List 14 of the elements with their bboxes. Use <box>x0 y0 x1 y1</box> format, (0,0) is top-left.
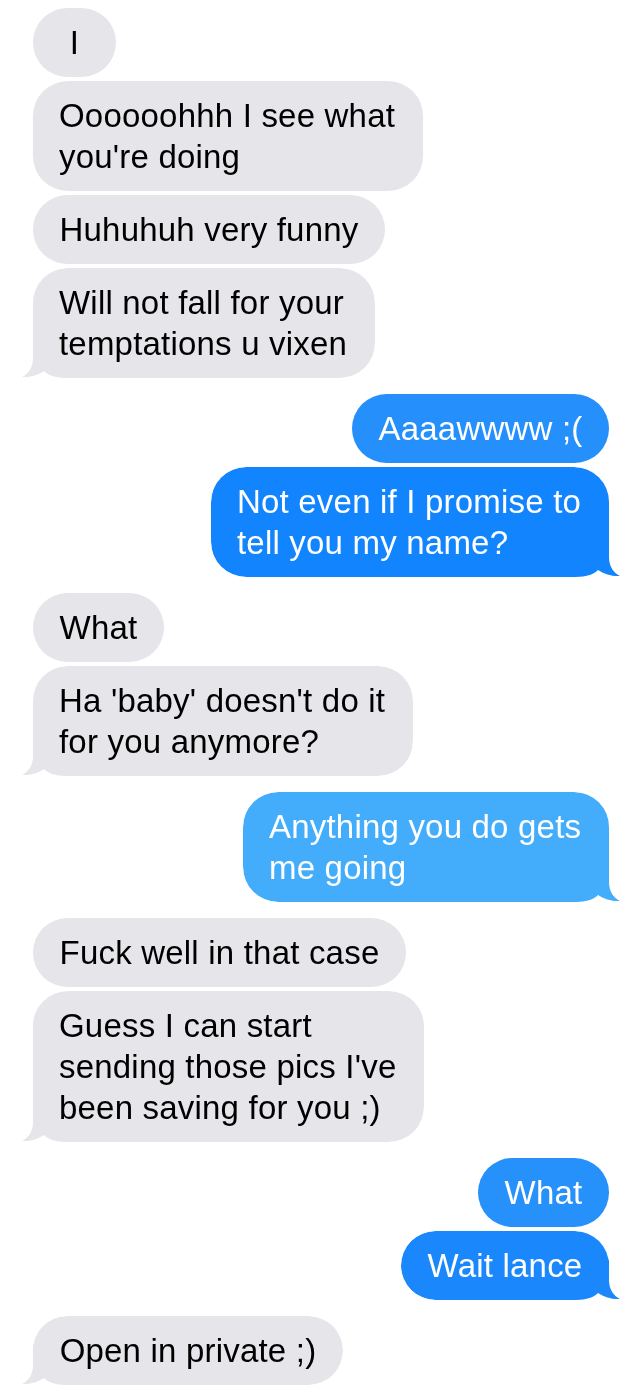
message-bubble: Open in private ;) <box>22 1316 343 1385</box>
message-bubble: Will not fall for your temptations u vixen <box>22 268 375 378</box>
message-bubble: What <box>33 593 164 662</box>
message-bubble: I <box>33 8 116 77</box>
message-bubble: Not even if I promise to tell you my name? <box>211 467 620 577</box>
message-bubble: Aaaawwww ;( <box>352 394 609 463</box>
message-bubble: Fuck well in that case <box>33 918 406 987</box>
message-bubble: Ha 'baby' doesn't do it for you anymore? <box>22 666 413 776</box>
message-bubble: What <box>478 1158 609 1227</box>
message-bubble: Wait lance <box>401 1231 620 1300</box>
message-bubble: Huhuhuh very funny <box>33 195 385 264</box>
message-bubble: Anything you do gets me going <box>243 792 620 902</box>
message-bubble: Oooooohhh I see what you're doing <box>33 81 423 191</box>
message-bubble: Guess I can start sending those pics I've been saving for you ;) <box>22 991 424 1142</box>
